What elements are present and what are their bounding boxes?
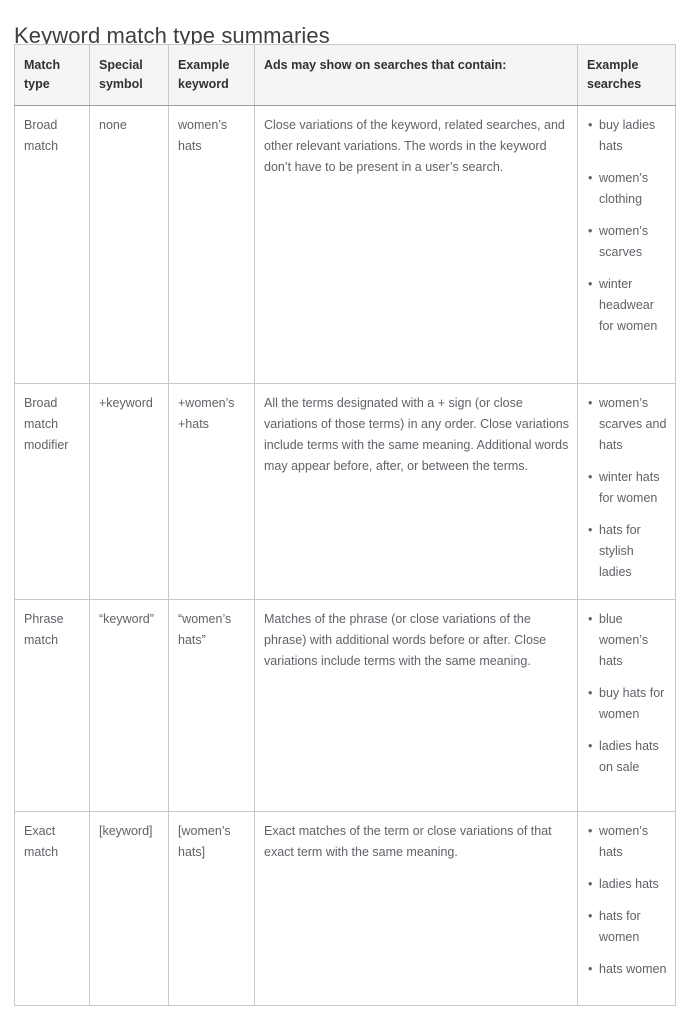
cell-special-symbol: none [89,105,169,384]
cell-example-searches: buy ladies hats women’s clothing women’s s… [577,105,676,384]
example-searches-list: women’s hats ladies hats hats for women hat… [587,821,667,980]
cell-description: Exact matches of the term or close varia… [254,811,578,1006]
cell-example-searches: blue women’s hats buy hats for women ladie… [577,599,676,812]
example-search-item: hats for stylish ladies [587,520,667,583]
page-root: Keyword match type summaries Match type … [0,0,689,1024]
column-header-example-keyword: Example keyword [168,44,255,106]
example-search-item: ladies hats on sale [587,736,667,778]
cell-example-keyword: +women’s +hats [168,383,255,600]
table-row: Phrase match “keyword” “women’s hats” Ma… [14,599,676,812]
cell-example-searches: women’s hats ladies hats hats for women hat… [577,811,676,1006]
example-search-item: hats for women [587,906,667,948]
cell-match-type: Broad match [14,105,90,384]
cell-example-keyword: “women’s hats” [168,599,255,812]
cell-description: All the terms designated with a + sign (… [254,383,578,600]
cell-match-type: Exact match [14,811,90,1006]
example-search-item: hats women [587,959,667,980]
keyword-match-type-table-wrapper: Match type Special symbol Example keywor… [14,44,676,1006]
example-searches-list: buy ladies hats women’s clothing women’s s… [587,115,667,337]
column-header-special-symbol: Special symbol [89,44,169,106]
cell-description: Close variations of the keyword, related… [254,105,578,384]
cell-example-keyword: women’s hats [168,105,255,384]
column-header-example-searches: Example searches [577,44,676,106]
example-searches-list: blue women’s hats buy hats for women ladie… [587,609,667,778]
table-row: Broad match modifier +keyword +women’s +… [14,383,676,600]
example-search-item: women’s hats [587,821,667,863]
example-search-item: winter hats for women [587,467,667,509]
cell-match-type: Phrase match [14,599,90,812]
column-header-match-type: Match type [14,44,90,106]
cell-example-keyword: [women’s hats] [168,811,255,1006]
example-search-item: women’s scarves and hats [587,393,667,456]
example-search-item: women’s scarves [587,221,667,263]
cell-description: Matches of the phrase (or close variatio… [254,599,578,812]
cell-special-symbol: [keyword] [89,811,169,1006]
table-row: Exact match [keyword] [women’s hats] Exa… [14,811,676,1006]
table-body: Broad match none women’s hats Close vari… [14,105,676,1006]
keyword-match-type-table: Match type Special symbol Example keywor… [14,44,676,1006]
table-header: Match type Special symbol Example keywor… [14,44,676,106]
table-header-row: Match type Special symbol Example keywor… [14,44,676,106]
example-searches-list: women’s scarves and hats winter hats for … [587,393,667,583]
example-search-item: ladies hats [587,874,667,895]
table-row: Broad match none women’s hats Close vari… [14,105,676,384]
cell-match-type: Broad match modifier [14,383,90,600]
example-search-item: winter headwear for women [587,274,667,337]
cell-example-searches: women’s scarves and hats winter hats for … [577,383,676,600]
column-header-description: Ads may show on searches that contain: [254,44,578,106]
example-search-item: buy hats for women [587,683,667,725]
cell-special-symbol: “keyword” [89,599,169,812]
cell-special-symbol: +keyword [89,383,169,600]
example-search-item: women’s clothing [587,168,667,210]
example-search-item: buy ladies hats [587,115,667,157]
example-search-item: blue women’s hats [587,609,667,672]
